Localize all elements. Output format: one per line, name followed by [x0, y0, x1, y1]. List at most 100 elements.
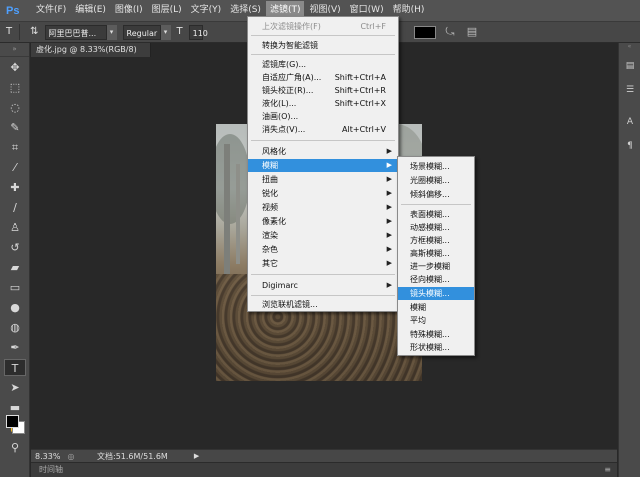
lens-blur-item[interactable]: 镜头模糊... — [398, 287, 474, 300]
dodge-tool-icon[interactable]: ◍ — [4, 319, 26, 336]
path-select-tool-icon[interactable]: ➤ — [4, 379, 26, 396]
filter-gallery-item[interactable]: 滤镜库(G)... — [248, 58, 398, 71]
zoom-level[interactable]: 8.33% — [31, 452, 65, 461]
field-blur-item[interactable]: 场景模糊... — [398, 160, 474, 173]
menu-edit[interactable]: 编辑(E) — [71, 1, 110, 20]
timeline-panel: 时间轴 ≡ — [31, 462, 617, 477]
history-brush-tool-icon[interactable]: ↺ — [4, 239, 26, 256]
convert-smart-filter-item[interactable]: 转换为智能滤镜 — [248, 39, 398, 52]
info-icon[interactable]: ◎ — [65, 452, 77, 461]
menu-type[interactable]: 文字(Y) — [187, 1, 226, 20]
liquify-item[interactable]: 液化(L)... Shift+Ctrl+X — [248, 97, 398, 110]
surface-blur-item[interactable]: 表面模糊... — [398, 208, 474, 221]
shape-blur-item[interactable]: 形状模糊... — [398, 341, 474, 354]
chevron-right-icon: ▶ — [386, 189, 392, 197]
menu-item-label: 模糊 — [262, 161, 278, 170]
brush-tool-icon[interactable]: ∕ — [4, 199, 26, 216]
menu-file[interactable]: 文件(F) — [32, 1, 70, 20]
smart-blur-item[interactable]: 特殊模糊... — [398, 328, 474, 341]
submenu-digimarc[interactable]: Digimarc ▶ — [248, 279, 398, 292]
panel-grip[interactable]: « — [619, 43, 640, 51]
divider — [251, 54, 395, 55]
right-dock: « ▤ ☰ A ¶ — [618, 43, 640, 477]
clone-stamp-tool-icon[interactable]: ♙ — [4, 219, 26, 236]
warp-text-icon[interactable]: ⤿ — [442, 24, 458, 40]
type-tool-preset[interactable]: T — [3, 24, 15, 40]
timeline-label[interactable]: 时间轴 — [39, 465, 63, 474]
gaussian-blur-item[interactable]: 高斯模糊... — [398, 247, 474, 260]
motion-blur-item[interactable]: 动感模糊... — [398, 221, 474, 234]
font-size-field[interactable]: 110 — [188, 24, 208, 40]
average-item[interactable]: 平均 — [398, 314, 474, 327]
chevron-right-icon: ▶ — [386, 147, 392, 155]
submenu-other[interactable]: 其它 ▶ — [248, 257, 398, 270]
adaptive-wide-angle-item[interactable]: 自适应广角(A)... Shift+Ctrl+A — [248, 71, 398, 84]
radial-blur-item[interactable]: 径向模糊... — [398, 273, 474, 286]
menu-item-label: 镜头校正(R)... — [262, 86, 314, 95]
text-color-swatch[interactable] — [414, 25, 436, 39]
panel-grip[interactable]: » — [0, 43, 29, 57]
menu-item-label: 自适应广角(A)... — [262, 73, 322, 82]
submenu-video[interactable]: 视频 ▶ — [248, 201, 398, 214]
document-tab[interactable]: 虚化.jpg @ 8.33%(RGB/8) *× — [31, 43, 151, 68]
submenu-render[interactable]: 渲染 ▶ — [248, 229, 398, 242]
zoom-tool-icon[interactable]: ⚲ — [4, 439, 26, 456]
rectangle-tool-icon[interactable]: ▬ — [4, 399, 26, 416]
menu-item-label: 液化(L)... — [262, 99, 297, 108]
history-panel-icon[interactable]: ▤ — [621, 57, 639, 75]
tools-panel: » ✥ ⬚ ◌ ✎ ⌗ ⁄ ✚ ∕ ♙ ↺ ▰ ▭ ● ◍ ✒ T ➤ ▬ ✋ … — [0, 43, 30, 477]
menu-item-shortcut: Shift+Ctrl+X — [334, 99, 386, 108]
chevron-down-icon[interactable]: ▾ — [160, 24, 171, 40]
iris-blur-item[interactable]: 光圈模糊... — [398, 174, 474, 187]
quick-select-tool-icon[interactable]: ✎ — [4, 119, 26, 136]
submenu-sharpen[interactable]: 锐化 ▶ — [248, 187, 398, 200]
paragraph-panel-icon[interactable]: ¶ — [621, 137, 639, 155]
last-filter-item: 上次滤镜操作(F) Ctrl+F — [248, 20, 398, 33]
blur-more-item[interactable]: 进一步模糊 — [398, 260, 474, 273]
marquee-tool-icon[interactable]: ⬚ — [4, 79, 26, 96]
submenu-noise[interactable]: 杂色 ▶ — [248, 243, 398, 256]
foliage — [216, 134, 250, 224]
blur-item[interactable]: 模糊 — [398, 301, 474, 314]
font-style-select[interactable]: Regular — [122, 24, 161, 40]
menu-layer[interactable]: 图层(L) — [148, 1, 186, 20]
eraser-tool-icon[interactable]: ▰ — [4, 259, 26, 276]
filter-menu: 上次滤镜操作(F) Ctrl+F 转换为智能滤镜 滤镜库(G)... 自适应广角… — [247, 16, 399, 312]
chevron-down-icon[interactable]: ▾ — [106, 24, 117, 40]
menu-item-label: 风格化 — [262, 147, 286, 156]
foreground-color-swatch[interactable] — [6, 415, 19, 428]
crop-tool-icon[interactable]: ⌗ — [4, 139, 26, 156]
submenu-blur[interactable]: 模糊 ▶ — [248, 159, 398, 172]
submenu-distort[interactable]: 扭曲 ▶ — [248, 173, 398, 186]
lens-correction-item[interactable]: 镜头校正(R)... Shift+Ctrl+R — [248, 84, 398, 97]
lasso-tool-icon[interactable]: ◌ — [4, 99, 26, 116]
character-panel-icon[interactable]: ▤ — [464, 24, 480, 40]
move-tool-icon[interactable]: ✥ — [4, 59, 26, 76]
chevron-right-icon[interactable]: ▶ — [194, 452, 199, 460]
blur-tool-icon[interactable]: ● — [4, 299, 26, 316]
menu-item-label: 滤镜库(G)... — [262, 60, 307, 69]
character-panel-icon[interactable]: A — [621, 113, 639, 131]
menu-image[interactable]: 图像(I) — [111, 1, 147, 20]
oil-paint-item[interactable]: 油画(O)... — [248, 110, 398, 123]
submenu-pixelate[interactable]: 像素化 ▶ — [248, 215, 398, 228]
menu-item-label: 锐化 — [262, 189, 278, 198]
submenu-stylize[interactable]: 风格化 ▶ — [248, 145, 398, 158]
chevron-right-icon: ▶ — [386, 245, 392, 253]
font-size-icon: T — [176, 26, 183, 37]
type-tool-icon[interactable]: T — [4, 359, 26, 376]
text-orientation-icon[interactable]: ⇅ — [27, 24, 41, 40]
divider — [401, 204, 471, 205]
pen-tool-icon[interactable]: ✒ — [4, 339, 26, 356]
healing-brush-tool-icon[interactable]: ✚ — [4, 179, 26, 196]
blur-submenu: 场景模糊... 光圈模糊... 倾斜偏移... 表面模糊... 动感模糊... … — [397, 156, 475, 356]
box-blur-item[interactable]: 方框模糊... — [398, 234, 474, 247]
panel-menu-icon[interactable]: ≡ — [604, 463, 611, 477]
tilt-shift-item[interactable]: 倾斜偏移... — [398, 188, 474, 201]
properties-panel-icon[interactable]: ☰ — [621, 81, 639, 99]
browse-online-filters-item[interactable]: 浏览联机滤镜... — [248, 298, 398, 311]
font-family-select[interactable]: 阿里巴巴普... — [44, 24, 107, 40]
vanishing-point-item[interactable]: 消失点(V)... Alt+Ctrl+V — [248, 123, 398, 136]
gradient-tool-icon[interactable]: ▭ — [4, 279, 26, 296]
eyedropper-tool-icon[interactable]: ⁄ — [4, 159, 26, 176]
